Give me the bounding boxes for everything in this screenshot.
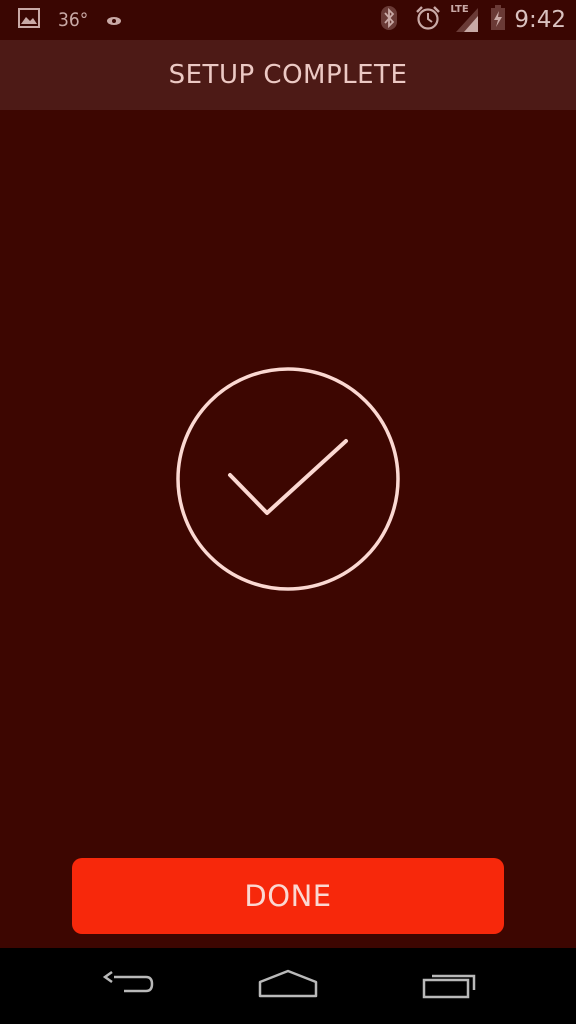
page-title: SETUP COMPLETE	[168, 60, 408, 90]
home-icon	[257, 968, 319, 1004]
back-button[interactable]	[80, 958, 176, 1014]
done-button[interactable]: DONE	[72, 858, 504, 934]
image-icon	[18, 8, 40, 32]
alarm-icon	[414, 5, 442, 35]
temperature-text: 36°	[58, 9, 89, 31]
back-icon	[100, 968, 156, 1004]
check-circle-icon	[174, 367, 402, 595]
status-bar-left: 36°	[18, 8, 122, 32]
eye-icon	[106, 11, 122, 30]
signal-icon: LTE	[450, 4, 480, 34]
done-button-label: DONE	[244, 879, 332, 913]
status-bar: 36° LTE 9:42	[0, 0, 576, 40]
navigation-bar	[0, 948, 576, 1024]
setup-complete-screen: 36° LTE 9:42 SETUP COMPLETE DONE	[0, 0, 576, 1024]
recents-icon	[421, 968, 479, 1004]
status-bar-right: LTE 9:42	[380, 4, 566, 35]
home-button[interactable]	[240, 958, 336, 1014]
bluetooth-icon	[380, 5, 398, 35]
recents-button[interactable]	[402, 958, 498, 1014]
battery-charging-icon	[490, 5, 506, 35]
header-bar: SETUP COMPLETE	[0, 40, 576, 110]
clock-text: 9:42	[514, 7, 566, 33]
